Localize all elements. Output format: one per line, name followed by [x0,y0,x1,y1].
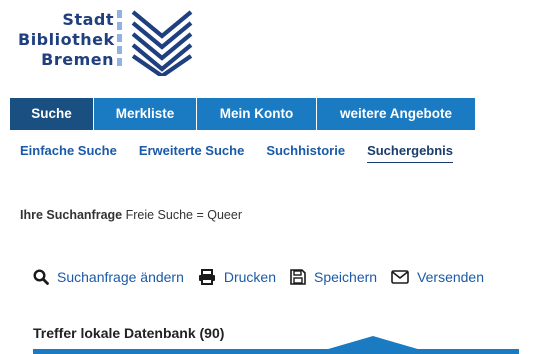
save-label: Speichern [314,269,378,285]
send-label: Versenden [417,269,485,285]
tab-merkliste[interactable]: Merkliste [94,98,197,130]
logo-line-1: Stadt [62,10,114,29]
book-icon [131,10,193,76]
send-button[interactable]: Versenden [391,269,484,285]
results-title: Treffer lokale Datenbank (90) [33,325,225,341]
search-query: Ihre Suchanfrage Freie Suche = Queer [20,208,242,222]
library-logo[interactable]: Stadt Bibliothek Bremen [18,8,218,83]
result-actions: Suchanfrage ändern Drucken Speichern Ver… [33,269,498,285]
query-text: Freie Suche = Queer [125,208,242,222]
sub-navigation: Einfache Suche Erweiterte Suche Suchhist… [20,143,475,163]
modify-query-button[interactable]: Suchanfrage ändern [33,269,184,285]
logo-line-3: Bremen [41,50,114,69]
query-label: Ihre Suchanfrage [20,208,123,222]
print-label: Drucken [223,269,277,285]
modify-query-label: Suchanfrage ändern [57,269,184,285]
print-button[interactable]: Drucken [198,269,276,285]
save-icon [290,269,306,285]
save-button[interactable]: Speichern [290,269,377,285]
search-icon [33,269,49,285]
subnav-erweiterte-suche[interactable]: Erweiterte Suche [139,143,245,163]
subnav-suchhistorie[interactable]: Suchhistorie [266,143,345,163]
main-navigation: Suche Merkliste Mein Konto weitere Angeb… [10,98,476,130]
logo-text: Stadt Bibliothek Bremen [18,10,114,70]
results-divider [33,349,519,354]
tab-weitere-angebote[interactable]: weitere Angebote [317,98,476,130]
tab-suche[interactable]: Suche [10,98,94,130]
subnav-suchergebnis[interactable]: Suchergebnis [367,143,454,163]
logo-line-2: Bibliothek [18,30,115,49]
logo-dots [117,10,122,70]
mail-icon [391,270,409,284]
subnav-einfache-suche[interactable]: Einfache Suche [20,143,117,163]
print-icon [198,269,215,285]
tab-mein-konto[interactable]: Mein Konto [197,98,317,130]
